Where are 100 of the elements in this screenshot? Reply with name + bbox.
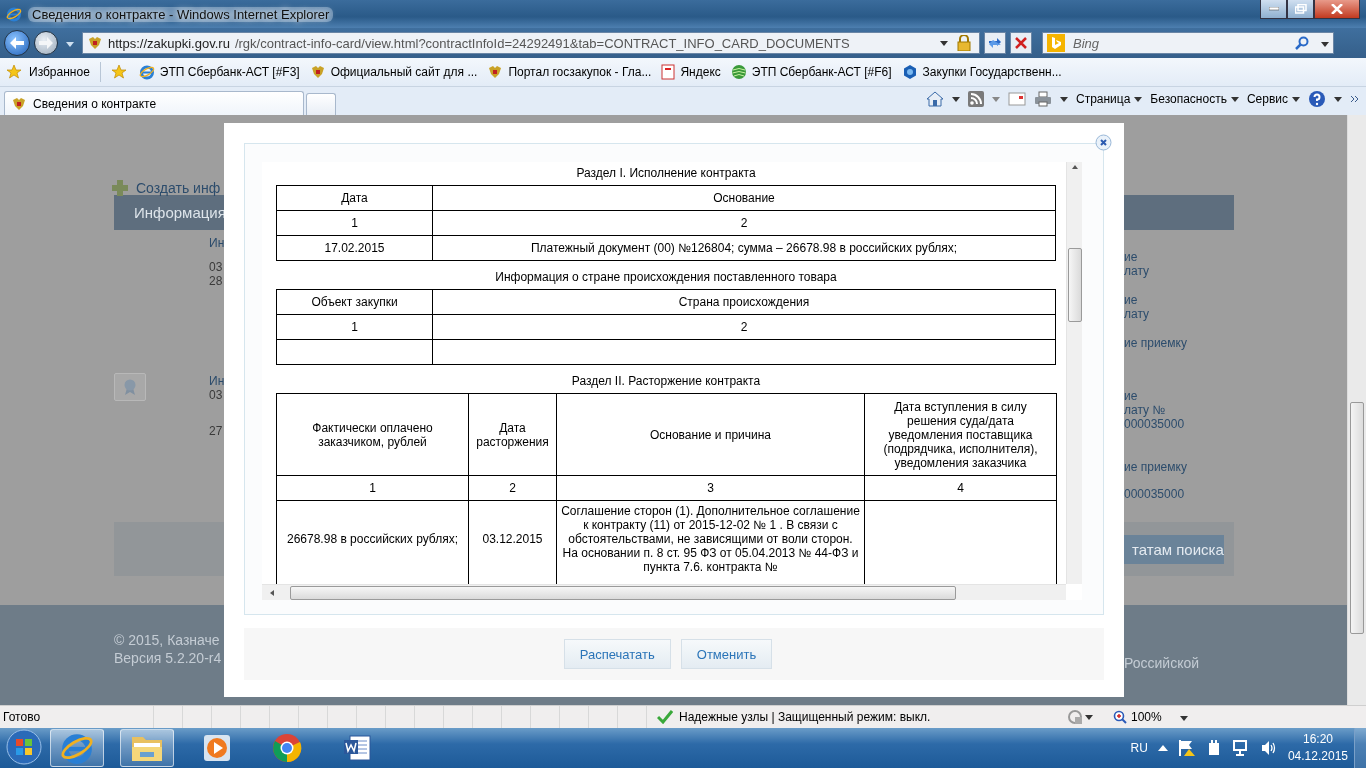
vertical-scrollbar[interactable]	[1066, 162, 1082, 584]
column-number: 2	[740, 320, 748, 334]
search-field[interactable]: Bing	[1071, 34, 1289, 52]
stop-button[interactable]	[1010, 32, 1032, 54]
close-button[interactable]	[1095, 134, 1112, 151]
entry-text: 000035000	[1124, 487, 1185, 501]
caret-icon	[951, 96, 960, 102]
flag-icon[interactable]	[1177, 739, 1196, 757]
help-icon[interactable]	[1308, 90, 1326, 108]
network-icon[interactable]	[1231, 739, 1250, 757]
column-header: Дата расторжения	[476, 420, 549, 449]
entry-text: ие	[1124, 293, 1138, 307]
page-scrollbar[interactable]	[1347, 115, 1366, 705]
tray-arrow-icon[interactable]	[1157, 745, 1168, 751]
entry-text: Ин	[209, 236, 225, 250]
maximize-button[interactable]	[1287, 0, 1314, 19]
column-number: 1	[369, 481, 376, 495]
feed-icon[interactable]	[967, 91, 984, 107]
chrome-icon	[272, 733, 302, 763]
browser-logo-icon	[138, 64, 155, 80]
command-menu[interactable]: Безопасность	[1150, 92, 1239, 106]
entry-text: Ин	[209, 374, 225, 388]
column-number: 2	[740, 216, 748, 230]
home-icon[interactable]	[925, 91, 944, 107]
favorites-link[interactable]: Закупки Государственн...	[901, 64, 1062, 80]
browser-logo-icon	[6, 6, 22, 22]
favorites-button[interactable]: Избранное	[6, 64, 90, 80]
mail-icon[interactable]	[1007, 92, 1026, 106]
column-number: 3	[707, 481, 714, 495]
stop-icon	[1015, 37, 1027, 49]
entry-text: 03	[209, 260, 223, 274]
column-number: 1	[351, 216, 358, 230]
speaker-icon[interactable]	[1259, 739, 1278, 757]
arrow-left-icon[interactable]	[268, 588, 276, 597]
status-text: Готово	[2, 710, 42, 724]
caret-icon	[1085, 714, 1093, 720]
caret-icon	[1334, 96, 1342, 102]
zoom-icon	[1113, 710, 1127, 724]
entry-text: 03	[209, 388, 223, 402]
back-button[interactable]	[4, 30, 30, 56]
caret-icon	[1321, 42, 1329, 47]
dialog-button[interactable]: Распечатать	[563, 639, 671, 669]
sphere-icon	[730, 64, 747, 80]
address-field[interactable]: https://zakupki.gov.ru /rgk/contract-info-card/view.html?contractInfoId=24292491&tab=CONTRACT_INFO_CARD_DOCUMENTS	[82, 32, 980, 54]
taskbar-app[interactable]	[120, 729, 174, 767]
scrollbar-thumb[interactable]	[1350, 402, 1364, 634]
favorites-link[interactable]: ЭТП Сбербанк-АСТ [#F3]	[138, 64, 300, 80]
caret-icon	[940, 40, 948, 46]
close-button[interactable]	[1314, 0, 1360, 19]
column-number: 1	[351, 320, 358, 334]
entry-text: ие	[1124, 250, 1138, 264]
entry-text: ие	[1124, 389, 1138, 403]
search-icon	[1295, 36, 1309, 50]
section-heading: Информация о стране происхождения поставленного товара	[494, 269, 838, 286]
favorites-link[interactable]: Официальный сайт для ...	[309, 64, 478, 80]
zoom-button[interactable]: 100%	[1113, 710, 1188, 724]
section-heading: Раздел II. Расторжение контракта	[570, 373, 762, 390]
chevron-icon[interactable]	[1350, 95, 1360, 103]
footer-text: Версия 5.2.20-r4	[114, 648, 222, 667]
caret-icon	[66, 42, 74, 47]
restore-icon	[1294, 4, 1307, 14]
browser-tab[interactable]: Сведения о контракте	[4, 91, 304, 115]
column-number: 4	[957, 481, 964, 495]
printer-icon[interactable]	[1033, 91, 1052, 107]
refresh-button[interactable]	[984, 32, 1006, 54]
add-favorite-icon	[110, 64, 129, 80]
table-cell: Соглашение сторон (1). Дополнительное соглашение к контракту (11) от 2015-12-02 № 1 . В связи с обстоятельствами, не зависящими от воли сторон. На основании п. 8 ст. 95 ФЗ от 05.04.2013 № 44-ФЗ и пункта 7.6. контракта №	[561, 504, 860, 574]
command-menu[interactable]: Страница	[1075, 92, 1143, 106]
entry-text: лату	[1124, 307, 1150, 321]
shield-icon[interactable]	[1067, 709, 1085, 725]
scrollbar-thumb[interactable]	[1067, 248, 1082, 322]
refresh-icon	[987, 36, 1003, 50]
entry-text: ие приемку	[1124, 336, 1187, 350]
language-indicator[interactable]: RU	[1130, 741, 1148, 755]
play-icon	[202, 733, 232, 763]
document-icon	[342, 733, 372, 763]
command-menu[interactable]: Сервис	[1246, 92, 1300, 106]
minimize-button[interactable]	[1260, 0, 1287, 19]
check-icon	[657, 710, 673, 724]
caret-icon	[1179, 716, 1188, 721]
favorites-link[interactable]: Портал госзакупок - Гла...	[487, 64, 652, 80]
emblem-icon	[87, 35, 103, 51]
entry-text: лату	[1124, 264, 1150, 278]
search-box[interactable]: Bing	[1042, 32, 1334, 54]
footer-text: © 2015, Казначе	[114, 630, 220, 649]
entry-text: 27	[209, 424, 223, 438]
start-button[interactable]	[4, 728, 44, 768]
arrow-left-icon	[10, 37, 24, 49]
clock[interactable]: 16:20 04.12.2015	[1287, 731, 1348, 765]
column-header: Основание и причина	[649, 427, 772, 442]
taskbar-app[interactable]	[50, 729, 104, 767]
browser-logo-icon	[60, 731, 94, 765]
horizontal-scrollbar[interactable]	[262, 584, 1066, 600]
caret-icon	[991, 96, 1000, 102]
scrollbar-thumb[interactable]	[290, 585, 956, 600]
dialog-button[interactable]: Отменить	[680, 639, 773, 669]
entry-text: 28	[209, 274, 223, 288]
favorites-link[interactable]: ЭТП Сбербанк-АСТ [#F6]	[730, 64, 892, 80]
favorites-link[interactable]: Яндекс	[661, 64, 721, 80]
forward-button[interactable]	[34, 31, 58, 55]
